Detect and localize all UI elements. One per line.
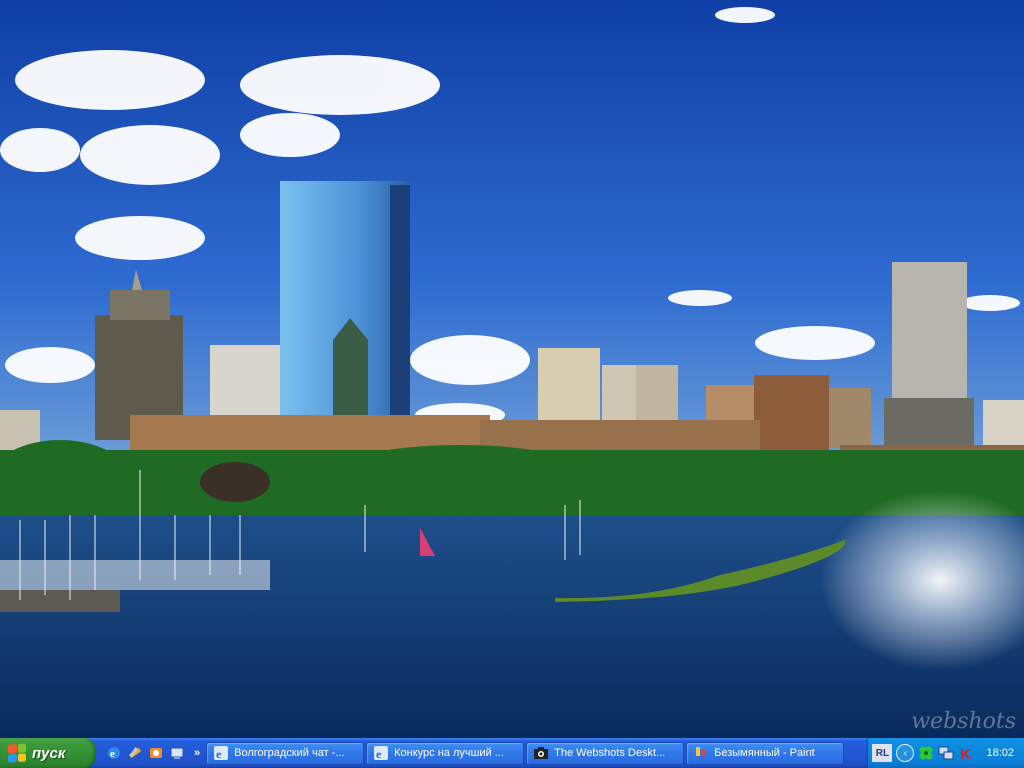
svg-text:e: e: [110, 748, 115, 760]
task-label: The Webshots Deskt...: [554, 747, 666, 759]
svg-text:K: K: [960, 746, 971, 761]
task-label: Волгоградский чат -...: [234, 747, 345, 759]
network-icon[interactable]: [938, 745, 954, 761]
show-hidden-icons-chevron-icon[interactable]: ‹: [896, 744, 915, 762]
task-button-webshots[interactable]: The Webshots Deskt...: [526, 741, 685, 765]
antivirus-k-icon[interactable]: K: [958, 745, 974, 761]
desktop-wallpaper: webshots: [0, 0, 1024, 738]
media-icon[interactable]: [148, 745, 164, 761]
taskbar: пуск e » e Волгоградский чат -... e Конк…: [0, 738, 1024, 768]
task-button-paint[interactable]: Безымянный - Paint: [686, 741, 845, 765]
show-desktop-icon[interactable]: [169, 745, 185, 761]
task-button-volgograd-chat[interactable]: e Волгоградский чат -...: [206, 741, 365, 765]
skyline-wallpaper-image: [0, 0, 1024, 738]
svg-text:e: e: [376, 747, 382, 761]
task-button-contest[interactable]: e Конкурс на лучший ...: [366, 741, 525, 765]
quick-launch-bar: e »: [96, 738, 206, 768]
svg-text:e: e: [216, 747, 222, 761]
internet-explorer-icon[interactable]: e: [106, 745, 122, 761]
quick-launch-more-chevron-icon[interactable]: »: [194, 747, 200, 759]
ie-icon: e: [373, 745, 389, 761]
ie-icon: e: [213, 745, 229, 761]
camera-icon: [533, 745, 549, 761]
task-label: Конкурс на лучший ...: [394, 747, 504, 759]
task-label: Безымянный - Paint: [714, 747, 815, 759]
language-indicator[interactable]: RL: [872, 744, 893, 762]
windows-logo-icon: [8, 743, 26, 763]
clover-icon[interactable]: [918, 745, 934, 761]
paint-icon: [693, 745, 709, 761]
task-buttons: e Волгоградский чат -... e Конкурс на лу…: [206, 738, 845, 768]
tools-icon[interactable]: [127, 745, 143, 761]
system-tray: RL ‹ K 18:02: [867, 738, 1024, 768]
start-label: пуск: [32, 744, 66, 762]
start-button[interactable]: пуск: [0, 738, 96, 768]
clock[interactable]: 18:02: [978, 747, 1018, 759]
webshots-watermark: webshots: [911, 709, 1016, 734]
